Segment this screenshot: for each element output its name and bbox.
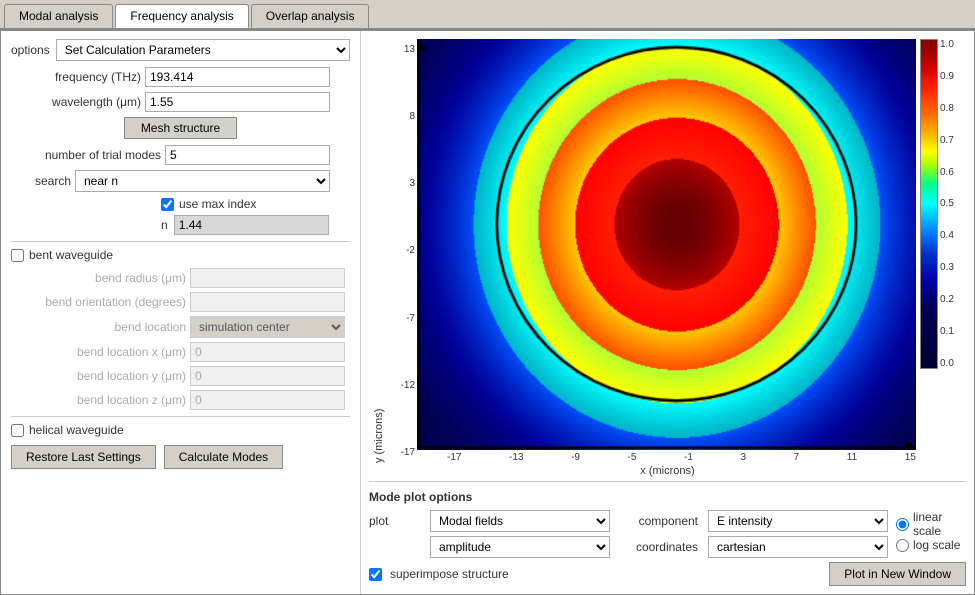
log-scale-option: log scale	[896, 538, 966, 552]
plot-row: plot Modal fields Intensity Phase	[369, 510, 610, 532]
search-label: search	[11, 174, 71, 188]
helical-waveguide-row: helical waveguide	[11, 423, 350, 437]
bend-orientation-input	[190, 292, 345, 312]
plot-label: plot	[369, 514, 424, 528]
coordinates-select[interactable]: cartesian polar	[708, 536, 888, 558]
bend-radius-input	[190, 268, 345, 288]
bend-y-row: bend location y (μm)	[11, 366, 350, 386]
bend-x-row: bend location x (μm)	[11, 342, 350, 362]
amplitude-row: amplitude power phase	[369, 536, 610, 558]
bend-x-input	[190, 342, 345, 362]
bend-radius-row: bend radius (μm)	[11, 268, 350, 288]
bend-z-row: bend location z (μm)	[11, 390, 350, 410]
left-panel: options Set Calculation Parameters frequ…	[1, 31, 361, 594]
options-select[interactable]: Set Calculation Parameters	[56, 39, 350, 61]
superimpose-checkbox[interactable]	[369, 568, 382, 581]
use-max-label: use max index	[179, 197, 256, 211]
n-row: n	[11, 215, 350, 235]
bend-location-row: bend location simulation center	[11, 316, 350, 338]
frequency-row: frequency (THz)	[11, 67, 350, 87]
options-label: options	[11, 43, 50, 57]
bent-waveguide-row: bent waveguide	[11, 248, 350, 262]
use-max-checkbox[interactable]	[161, 198, 174, 211]
superimpose-row: superimpose structure	[369, 567, 509, 581]
n-input[interactable]	[174, 215, 329, 235]
divider-2	[11, 416, 350, 417]
linear-scale-option: linear scale	[896, 510, 966, 538]
chart-wrapper: y (microns) 13 8 3 -2 -7 -12 -17 -17	[369, 39, 966, 477]
bend-x-label: bend location x (μm)	[11, 345, 186, 359]
frequency-label: frequency (THz)	[11, 70, 141, 84]
trial-modes-row: number of trial modes	[11, 145, 350, 165]
log-scale-label: log scale	[913, 538, 960, 552]
mode-options-title: Mode plot options	[369, 490, 966, 504]
bend-orientation-row: bend orientation (degrees)	[11, 292, 350, 312]
bend-radius-label: bend radius (μm)	[11, 271, 186, 285]
helical-waveguide-label: helical waveguide	[29, 423, 124, 437]
search-row: search near n near zero all modes	[11, 170, 350, 192]
calculate-button[interactable]: Calculate Modes	[164, 445, 283, 469]
use-max-row: use max index	[11, 197, 350, 211]
trial-label: number of trial modes	[11, 148, 161, 162]
search-select[interactable]: near n near zero all modes	[75, 170, 330, 192]
tab-modal-analysis[interactable]: Modal analysis	[4, 4, 113, 28]
y-ticks: 13 8 3 -2 -7 -12 -17	[389, 39, 417, 463]
coordinates-row: coordinates cartesian polar	[618, 536, 888, 558]
bend-y-label: bend location y (μm)	[11, 369, 186, 383]
bend-y-input	[190, 366, 345, 386]
tab-frequency-analysis[interactable]: Frequency analysis	[115, 4, 248, 28]
linear-scale-label: linear scale	[913, 510, 966, 538]
x-axis-label: x (microns)	[369, 465, 966, 477]
bent-waveguide-label: bent waveguide	[29, 248, 113, 262]
tab-overlap-analysis[interactable]: Overlap analysis	[251, 4, 370, 28]
wavelength-label: wavelength (μm)	[11, 95, 141, 109]
bend-orientation-label: bend orientation (degrees)	[11, 295, 186, 309]
mode-plot-options: Mode plot options plot Modal fields Inte…	[369, 481, 966, 586]
colorbar: 1.0 0.9 0.8 0.7 0.6 0.5 0.4 0.3 0.2 0.1 …	[916, 39, 966, 463]
mode-bottom-row: superimpose structure Plot in New Window	[369, 562, 966, 586]
heatmap-canvas	[417, 39, 916, 450]
scale-group: linear scale log scale	[896, 510, 966, 552]
colorbar-gradient	[920, 39, 938, 369]
y-axis-label: y (microns)	[369, 39, 389, 463]
component-label: component	[618, 514, 698, 528]
bend-location-label: bend location	[11, 320, 186, 334]
amplitude-select[interactable]: amplitude power phase	[430, 536, 610, 558]
x-ticks: -17 -13 -9 -5 -1 3 7 11 15	[417, 450, 916, 463]
frequency-input[interactable]	[145, 67, 330, 87]
n-label: n	[161, 218, 168, 232]
component-row: component E intensity H intensity Ex Ey …	[618, 510, 888, 532]
tabs-bar: Modal analysis Frequency analysis Overla…	[0, 0, 975, 30]
colorbar-labels: 1.0 0.9 0.8 0.7 0.6 0.5 0.4 0.3 0.2 0.1 …	[940, 39, 954, 369]
divider-1	[11, 241, 350, 242]
wavelength-input[interactable]	[145, 92, 330, 112]
chart-and-colorbar: y (microns) 13 8 3 -2 -7 -12 -17 -17	[369, 39, 966, 463]
component-select[interactable]: E intensity H intensity Ex Ey Ez	[708, 510, 888, 532]
bend-z-input	[190, 390, 345, 410]
trial-input[interactable]	[165, 145, 330, 165]
wavelength-row: wavelength (μm)	[11, 92, 350, 112]
plot-select[interactable]: Modal fields Intensity Phase	[430, 510, 610, 532]
bent-waveguide-checkbox[interactable]	[11, 249, 24, 262]
mesh-row: Mesh structure	[11, 117, 350, 139]
log-scale-radio[interactable]	[896, 539, 909, 552]
options-row: options Set Calculation Parameters	[11, 39, 350, 61]
main-content: options Set Calculation Parameters frequ…	[0, 30, 975, 595]
plot-new-window-button[interactable]: Plot in New Window	[829, 562, 966, 586]
helical-waveguide-checkbox[interactable]	[11, 424, 24, 437]
mesh-button[interactable]: Mesh structure	[124, 117, 237, 139]
restore-button[interactable]: Restore Last Settings	[11, 445, 156, 469]
superimpose-label: superimpose structure	[390, 567, 509, 581]
linear-scale-radio[interactable]	[896, 518, 909, 531]
bend-z-label: bend location z (μm)	[11, 393, 186, 407]
bottom-buttons: Restore Last Settings Calculate Modes	[11, 445, 350, 469]
right-panel: y (microns) 13 8 3 -2 -7 -12 -17 -17	[361, 31, 974, 594]
coordinates-label: coordinates	[618, 540, 698, 554]
bend-location-select: simulation center	[190, 316, 345, 338]
